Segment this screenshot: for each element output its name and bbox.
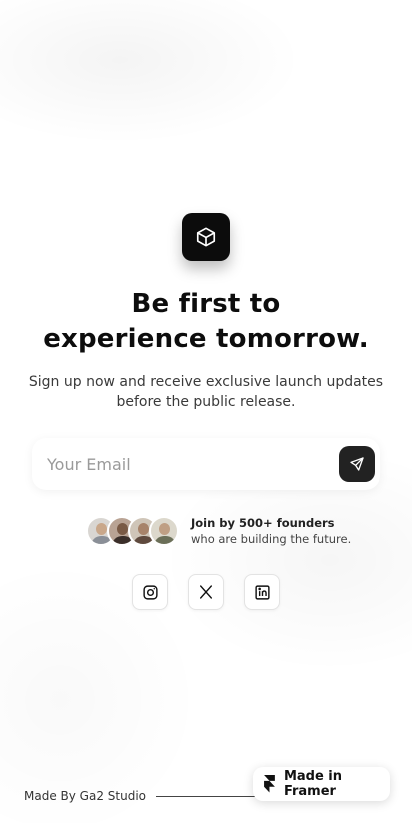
avatar <box>149 516 179 546</box>
founders-subtitle: who are building the future. <box>191 531 352 546</box>
email-field[interactable] <box>32 438 339 490</box>
email-form <box>32 438 380 490</box>
founders-title: Join by 500+ founders <box>191 515 335 530</box>
social-links <box>0 574 412 610</box>
instagram-icon <box>142 584 158 600</box>
framer-icon <box>264 775 275 793</box>
headline-line-2: experience tomorrow. <box>43 324 369 354</box>
logo <box>182 213 230 261</box>
x-link[interactable] <box>188 574 224 610</box>
subtitle: Sign up now and receive exclusive launch… <box>28 374 384 410</box>
send-icon <box>350 457 364 471</box>
x-icon <box>200 585 212 599</box>
founders-text: Join by 500+ founders who are building t… <box>191 516 351 547</box>
studio-credit: Made By Ga2 Studio <box>24 789 146 803</box>
framer-badge-label: Made in Framer <box>283 769 343 799</box>
cube-icon <box>196 227 216 247</box>
submit-button[interactable] <box>339 446 375 482</box>
headline-line-1: Be first to <box>131 289 281 319</box>
linkedin-link[interactable] <box>244 574 280 610</box>
instagram-link[interactable] <box>132 574 168 610</box>
founders-social-proof: Join by 500+ founders who are building t… <box>86 514 351 548</box>
made-in-framer-badge[interactable]: Made in Framer <box>253 767 390 801</box>
page-title: Be first to experience tomorrow. <box>0 287 412 357</box>
avatar-group <box>86 516 179 546</box>
linkedin-icon <box>254 584 270 600</box>
